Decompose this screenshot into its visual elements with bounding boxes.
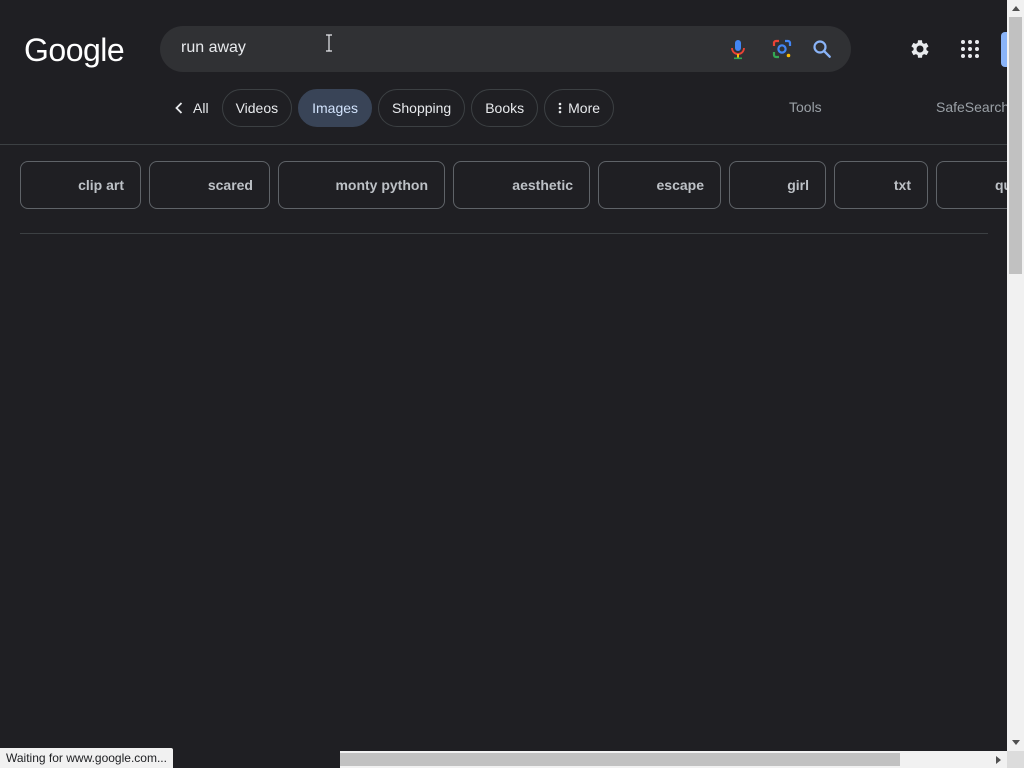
tab-images[interactable]: Images	[298, 89, 373, 127]
search-icon[interactable]	[810, 37, 834, 61]
vertical-scrollbar[interactable]	[1007, 0, 1024, 751]
chip-clip-art[interactable]: clip art	[20, 161, 141, 209]
tab-all[interactable]: All	[170, 89, 216, 127]
search-tabs: All Videos Images Shopping Books More	[170, 88, 620, 128]
tab-label: Videos	[235, 100, 279, 116]
scroll-right-arrow-icon[interactable]	[990, 751, 1007, 768]
text-cursor-icon	[326, 34, 332, 52]
gear-icon[interactable]	[906, 35, 934, 63]
search-input[interactable]: run away	[181, 39, 246, 57]
tab-label: Images	[312, 100, 359, 116]
tab-label: All	[193, 100, 209, 116]
scrollbar-corner	[1007, 751, 1024, 768]
refinement-chips: clip art scared monty python aesthetic e…	[20, 161, 1007, 209]
mic-icon[interactable]	[726, 37, 750, 61]
tab-label: Shopping	[392, 100, 452, 116]
tab-videos[interactable]: Videos	[221, 89, 293, 127]
horizontal-scroll-thumb[interactable]	[340, 753, 900, 766]
vertical-scroll-thumb[interactable]	[1009, 17, 1022, 274]
google-lens-icon[interactable]	[770, 37, 794, 61]
tab-books[interactable]: Books	[471, 89, 539, 127]
header-divider	[0, 144, 1007, 145]
chip-escape[interactable]: escape	[598, 161, 721, 209]
scroll-down-arrow-icon[interactable]	[1007, 734, 1024, 751]
chevron-left-icon	[175, 102, 183, 114]
chip-monty-python[interactable]: monty python	[278, 161, 445, 209]
tab-label: More	[568, 100, 601, 116]
tab-shopping[interactable]: Shopping	[378, 89, 466, 127]
search-box[interactable]: run away	[160, 26, 851, 72]
safesearch-button[interactable]: SafeSearch	[936, 99, 1007, 115]
vertical-dots-icon	[558, 102, 562, 114]
chip-partial[interactable]: qu	[936, 161, 1007, 209]
tab-more[interactable]: More	[544, 89, 615, 127]
tab-label: Books	[485, 100, 525, 116]
chip-girl[interactable]: girl	[729, 161, 826, 209]
apps-grid-icon[interactable]	[956, 35, 984, 63]
chips-divider	[20, 233, 988, 234]
scroll-up-arrow-icon[interactable]	[1007, 0, 1024, 17]
chip-txt[interactable]: txt	[834, 161, 928, 209]
status-bar: Waiting for www.google.com...	[0, 748, 173, 768]
page: Google run away All Videos Images Shoppi…	[0, 0, 1007, 751]
chip-aesthetic[interactable]: aesthetic	[453, 161, 590, 209]
google-logo[interactable]: Google	[24, 30, 125, 70]
tools-button[interactable]: Tools	[789, 99, 822, 115]
horizontal-scrollbar[interactable]	[340, 751, 1007, 768]
chip-scared[interactable]: scared	[149, 161, 270, 209]
